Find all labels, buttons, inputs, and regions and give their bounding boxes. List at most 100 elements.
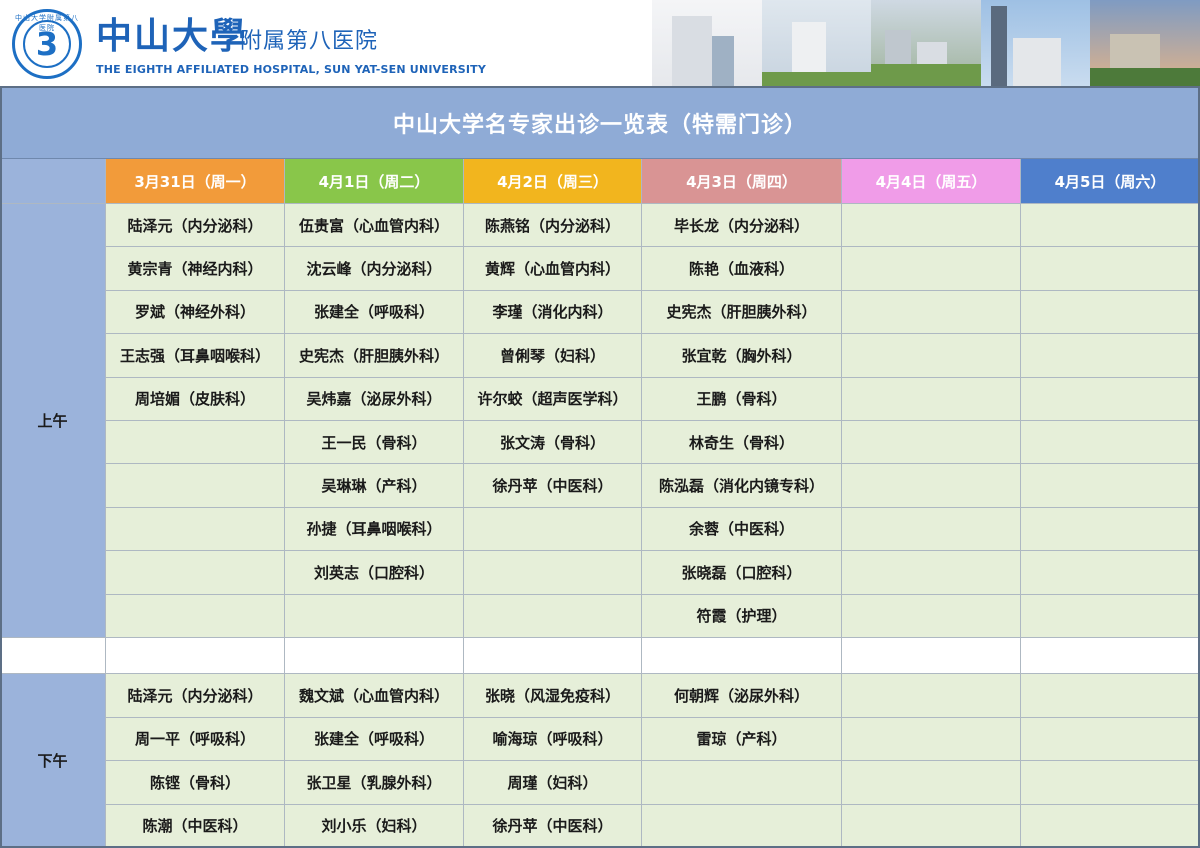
separator-cell bbox=[642, 638, 842, 674]
doctor-cell bbox=[1021, 421, 1200, 465]
doctor-cell bbox=[106, 551, 285, 595]
separator-cell bbox=[0, 638, 106, 674]
doctor-cell bbox=[464, 507, 642, 552]
doctor-cell: 陈燕铭（内分泌科） bbox=[464, 204, 642, 248]
doctor-cell: 孙捷（耳鼻咽喉科） bbox=[285, 507, 464, 552]
doctor-cell: 张晓磊（口腔科） bbox=[642, 551, 842, 595]
doctor-cell: 喻海琼（呼吸科） bbox=[464, 717, 642, 761]
doctor-cell: 张文涛（骨科） bbox=[464, 421, 642, 465]
doctor-cell bbox=[1021, 717, 1200, 761]
doctor-cell: 刘小乐（妇科） bbox=[285, 804, 464, 848]
doctor-cell: 张建全（呼吸科） bbox=[285, 290, 464, 335]
doctor-cell bbox=[842, 551, 1021, 595]
doctor-cell bbox=[842, 204, 1021, 248]
brand-hospital-name: 附属第八医院 bbox=[240, 29, 379, 54]
doctor-cell: 陈艳（血液科） bbox=[642, 247, 842, 291]
hospital-photo bbox=[871, 0, 981, 86]
doctor-cell: 陆泽元（内分泌科） bbox=[106, 204, 285, 248]
doctor-cell: 史宪杰（肝胆胰外科） bbox=[642, 290, 842, 335]
doctor-cell: 林奇生（骨科） bbox=[642, 421, 842, 465]
separator-cell bbox=[106, 638, 285, 674]
doctor-cell bbox=[842, 804, 1021, 848]
doctor-cell: 沈云峰（内分泌科） bbox=[285, 247, 464, 291]
doctor-cell bbox=[842, 421, 1021, 465]
doctor-cell: 吴琳琳（产科） bbox=[285, 464, 464, 508]
header-corner-cell bbox=[0, 159, 106, 204]
doctor-cell bbox=[842, 290, 1021, 335]
doctor-cell: 张卫星（乳腺外科） bbox=[285, 761, 464, 805]
doctor-cell bbox=[1021, 761, 1200, 805]
doctor-cell bbox=[106, 464, 285, 508]
doctor-cell bbox=[842, 247, 1021, 291]
doctor-cell: 王鹏（骨科） bbox=[642, 377, 842, 421]
doctor-cell: 雷琼（产科） bbox=[642, 717, 842, 761]
hospital-photo bbox=[761, 0, 872, 86]
doctor-cell: 黄辉（心血管内科） bbox=[464, 247, 642, 291]
doctor-cell: 陈泓磊（消化内镜专科） bbox=[642, 464, 842, 508]
day-header: 4月1日（周二） bbox=[285, 159, 464, 204]
separator-cell bbox=[285, 638, 464, 674]
brand-english-name: THE EIGHTH AFFILIATED HOSPITAL, SUN YAT-… bbox=[96, 63, 487, 76]
doctor-cell bbox=[842, 507, 1021, 552]
doctor-cell: 何朝辉（泌尿外科） bbox=[642, 674, 842, 718]
doctor-cell bbox=[842, 377, 1021, 421]
separator-cell bbox=[464, 638, 642, 674]
doctor-cell bbox=[464, 594, 642, 638]
doctor-cell: 陈铿（骨科） bbox=[106, 761, 285, 805]
doctor-cell bbox=[1021, 247, 1200, 291]
doctor-cell bbox=[1021, 507, 1200, 552]
doctor-cell bbox=[106, 421, 285, 465]
doctor-cell bbox=[1021, 551, 1200, 595]
doctor-cell: 黄宗青（神经内科） bbox=[106, 247, 285, 291]
doctor-cell: 伍贵富（心血管内科） bbox=[285, 204, 464, 248]
separator-cell bbox=[842, 638, 1021, 674]
doctor-cell bbox=[1021, 464, 1200, 508]
doctor-cell: 王一民（骨科） bbox=[285, 421, 464, 465]
hospital-photo bbox=[1090, 0, 1200, 86]
doctor-cell bbox=[1021, 290, 1200, 335]
doctor-cell: 王志强（耳鼻咽喉科） bbox=[106, 334, 285, 378]
day-header: 4月2日（周三） bbox=[464, 159, 642, 204]
doctor-cell: 陈潮（中医科） bbox=[106, 804, 285, 848]
hospital-photo bbox=[980, 0, 1091, 86]
doctor-cell bbox=[106, 594, 285, 638]
hospital-banner: 中山大学附属第八医院 3 中山大學 附属第八医院 THE EIGHTH AFFI… bbox=[0, 0, 1200, 86]
doctor-cell bbox=[1021, 674, 1200, 718]
doctor-cell bbox=[1021, 377, 1200, 421]
day-header: 3月31日（周一） bbox=[106, 159, 285, 204]
doctor-cell: 周一平（呼吸科） bbox=[106, 717, 285, 761]
day-header: 4月4日（周五） bbox=[842, 159, 1021, 204]
session-label-morning: 上午 bbox=[0, 204, 106, 638]
doctor-cell: 陆泽元（内分泌科） bbox=[106, 674, 285, 718]
doctor-cell bbox=[842, 594, 1021, 638]
doctor-cell: 吴炜嘉（泌尿外科） bbox=[285, 377, 464, 421]
doctor-cell: 刘英志（口腔科） bbox=[285, 551, 464, 595]
doctor-cell bbox=[1021, 334, 1200, 378]
doctor-cell bbox=[842, 334, 1021, 378]
doctor-cell bbox=[842, 761, 1021, 805]
doctor-cell: 张晓（风湿免疫科） bbox=[464, 674, 642, 718]
doctor-cell: 曾俐琴（妇科） bbox=[464, 334, 642, 378]
doctor-cell: 许尔蛟（超声医学科） bbox=[464, 377, 642, 421]
doctor-cell: 魏文斌（心血管内科） bbox=[285, 674, 464, 718]
doctor-cell: 毕长龙（内分泌科） bbox=[642, 204, 842, 248]
day-header: 4月5日（周六） bbox=[1021, 159, 1200, 204]
doctor-cell: 符霞（护理） bbox=[642, 594, 842, 638]
doctor-cell bbox=[642, 761, 842, 805]
doctor-cell bbox=[842, 674, 1021, 718]
day-header: 4月3日（周四） bbox=[642, 159, 842, 204]
doctor-cell: 罗斌（神经外科） bbox=[106, 290, 285, 335]
doctor-cell: 徐丹苹（中医科） bbox=[464, 464, 642, 508]
brand-university-name: 中山大學 bbox=[96, 15, 249, 57]
doctor-cell: 张建全（呼吸科） bbox=[285, 717, 464, 761]
hospital-logo: 中山大学附属第八医院 3 bbox=[12, 9, 82, 79]
doctor-cell bbox=[1021, 594, 1200, 638]
doctor-cell bbox=[1021, 804, 1200, 848]
doctor-cell bbox=[464, 551, 642, 595]
logo-mark: 3 bbox=[35, 25, 59, 63]
page-title: 中山大学名专家出诊一览表（特需门诊） bbox=[0, 86, 1200, 159]
schedule-table: 中山大学名专家出诊一览表（特需门诊） 3月31日（周一） 4月1日（周二） 4月2日… bbox=[0, 86, 1200, 848]
hospital-photo-strip bbox=[652, 0, 1200, 86]
doctor-cell: 余蓉（中医科） bbox=[642, 507, 842, 552]
doctor-cell: 史宪杰（肝胆胰外科） bbox=[285, 334, 464, 378]
